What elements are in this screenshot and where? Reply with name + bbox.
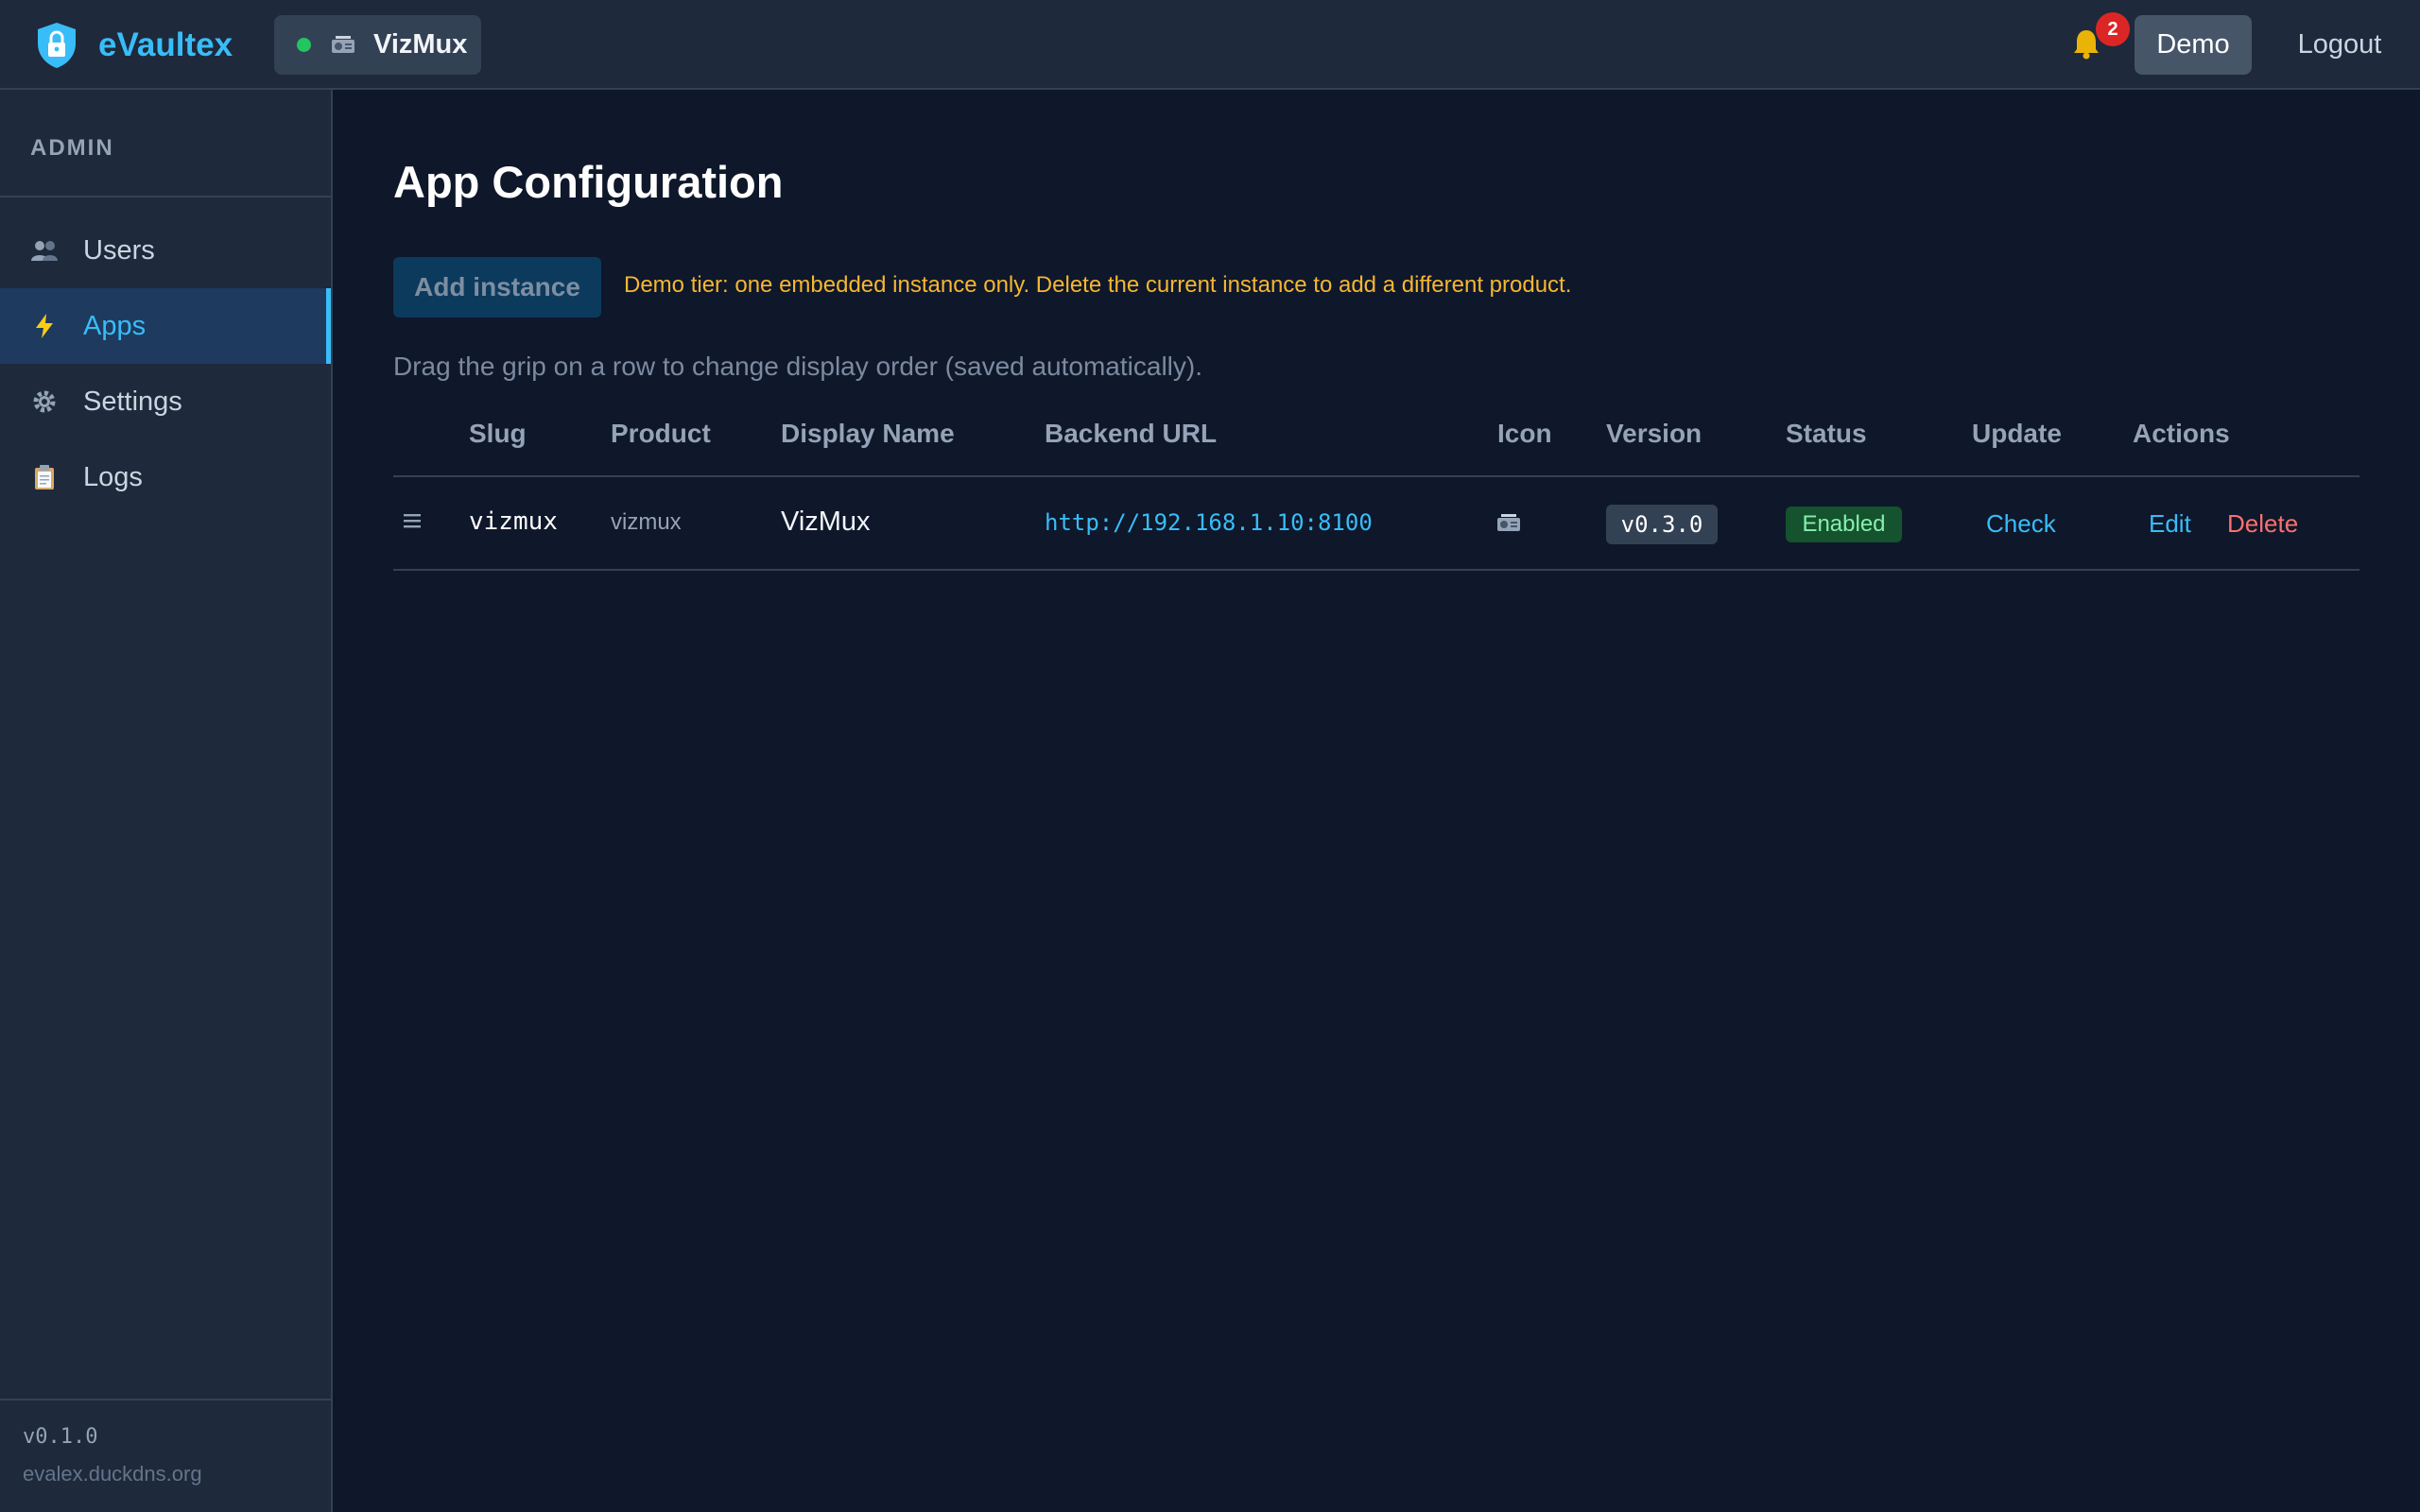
sidebar-heading: ADMIN [30,135,114,161]
sidebar-item-apps[interactable]: Apps [0,288,331,364]
row-slug: vizmux [469,507,558,536]
drag-hint: Drag the grip on a row to change display… [393,352,1202,381]
status-dot [297,38,311,52]
sidebar-item-label: Apps [83,310,147,341]
version-badge: v0.3.0 [1606,505,1718,544]
column-header-display-name: Display Name [781,419,955,448]
column-header-status: Status [1786,419,1867,448]
logout-button[interactable]: Logout [2269,15,2411,75]
brand-name: eVaultex [98,26,233,63]
column-header-product: Product [611,419,711,448]
shield-lock-icon [38,23,76,68]
host-name: evalex.duckdns.org [23,1462,202,1486]
projector-icon [332,35,354,53]
row-product: vizmux [611,509,682,535]
app-switcher-label: VizMux [373,29,468,60]
notification-badge: 2 [2096,12,2130,46]
sidebar-item-label: Logs [83,461,143,492]
sidebar-item-label: Users [83,234,155,266]
column-header-slug: Slug [469,419,527,448]
sidebar: ADMIN Users Apps Settings Logs v0.1.0 ev… [0,90,333,1512]
check-update-button[interactable]: Check [1986,509,2056,539]
edit-button[interactable]: Edit [2149,509,2191,539]
table-row-divider [393,569,2360,571]
sidebar-divider [0,196,331,198]
sidebar-item-logs[interactable]: Logs [0,439,331,515]
app-version: v0.1.0 [23,1425,98,1449]
demo-tier-notice: Demo tier: one embedded instance only. D… [624,272,1572,298]
delete-button[interactable]: Delete [2227,509,2298,539]
row-backend-url[interactable]: http://192.168.1.10:8100 [1045,509,1373,536]
drag-grip-icon[interactable] [402,512,423,529]
column-header-backend-url: Backend URL [1045,419,1218,448]
lightning-icon [30,312,59,340]
projector-icon [1497,514,1520,531]
column-header-actions: Actions [2133,419,2230,448]
app-switcher[interactable]: VizMux [274,15,481,75]
row-display-name: VizMux [781,507,871,537]
brand[interactable]: eVaultex [34,19,233,72]
top-bar: eVaultex VizMux 2 Demo Logout [0,0,2420,90]
add-instance-button[interactable]: Add instance [393,257,601,318]
users-icon [30,236,59,265]
sidebar-item-label: Settings [83,386,182,417]
gear-icon [30,387,59,416]
user-button[interactable]: Demo [2135,15,2252,75]
table-header-divider [393,475,2360,477]
clipboard-icon [30,463,59,491]
sidebar-item-users[interactable]: Users [0,213,331,288]
column-header-update: Update [1972,419,2062,448]
page-title: App Configuration [393,157,784,207]
column-header-version: Version [1606,419,1703,448]
column-header-icon: Icon [1497,419,1552,448]
sidebar-item-settings[interactable]: Settings [0,364,331,439]
sidebar-footer-divider [0,1399,331,1400]
status-badge: Enabled [1786,507,1902,542]
